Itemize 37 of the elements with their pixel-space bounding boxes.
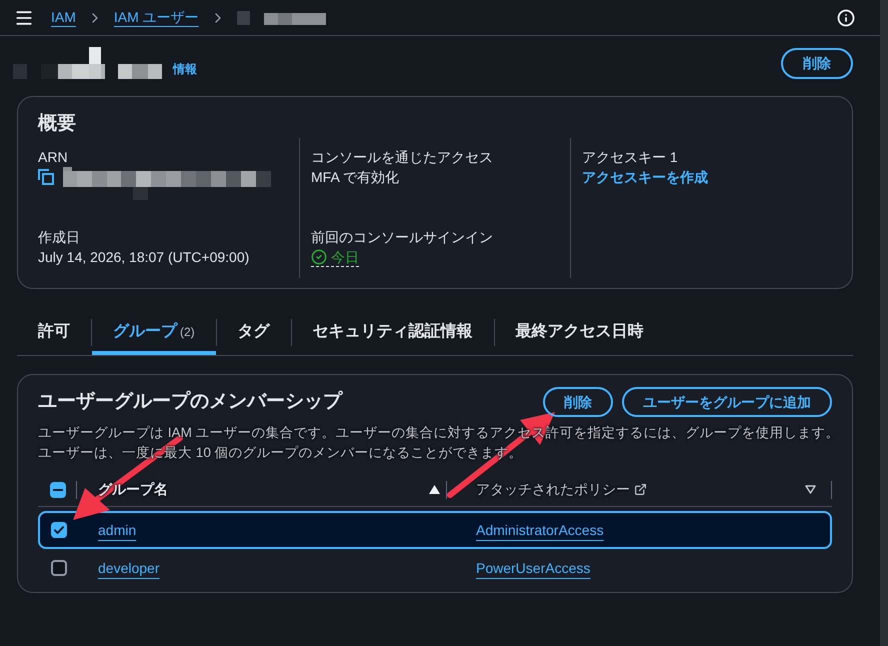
group-link[interactable]: admin <box>98 520 136 540</box>
create-access-key-link[interactable]: アクセスキーを作成 <box>582 167 708 187</box>
breadcrumb-link[interactable]: IAM ユーザー <box>114 7 199 28</box>
tab[interactable]: 許可 <box>17 309 91 355</box>
field-value: MFA で有効化 <box>311 168 399 187</box>
copy-icon[interactable] <box>38 169 54 185</box>
checkbox[interactable] <box>51 560 67 576</box>
action-button[interactable]: ユーザーをグループに追加 <box>622 387 832 417</box>
selected-table-row[interactable]: admin AdministratorAccess <box>38 511 832 549</box>
field-label: ARN <box>38 148 68 167</box>
info-icon[interactable] <box>837 8 855 26</box>
policy-link[interactable]: AdministratorAccess <box>476 520 604 540</box>
checkbox[interactable] <box>51 522 67 538</box>
select-all-checkbox[interactable] <box>50 482 66 498</box>
breadcrumb-link[interactable]: IAM <box>51 7 76 28</box>
sort-ascending-icon[interactable] <box>429 485 440 494</box>
tab[interactable]: 最終アクセス日時 <box>494 309 665 355</box>
tab[interactable]: タグ <box>216 309 291 355</box>
field-value: July 14, 2026, 18:07 (UTC+09:00) <box>38 248 250 267</box>
field-label: 作成日 <box>38 228 80 247</box>
sort-caret-icon[interactable] <box>805 485 816 494</box>
policy-link[interactable]: PowerUserAccess <box>476 558 590 578</box>
delete-button[interactable]: 削除 <box>781 48 853 79</box>
panel-title: ユーザーグループのメンバーシップ <box>38 390 342 414</box>
tab[interactable]: セキュリティ認証情報 <box>292 309 494 355</box>
table-row[interactable]: developer PowerUserAccess <box>38 549 832 587</box>
column-header[interactable]: アタッチされたポリシー <box>476 479 630 500</box>
check-circle-icon <box>311 248 327 264</box>
tab[interactable]: グループ (2) <box>92 309 216 355</box>
tab-count: (2) <box>180 324 195 341</box>
field-label: コンソールを通じたアクセス <box>311 148 493 167</box>
field-label: アクセスキー 1 <box>582 148 678 167</box>
field-label: 前回のコンソールサインイン <box>311 228 493 247</box>
group-link[interactable]: developer <box>98 558 160 578</box>
info-link[interactable]: 情報 <box>173 60 197 78</box>
status-indicator[interactable]: 今日 <box>311 247 359 267</box>
summary-title: 概要 <box>38 112 77 136</box>
